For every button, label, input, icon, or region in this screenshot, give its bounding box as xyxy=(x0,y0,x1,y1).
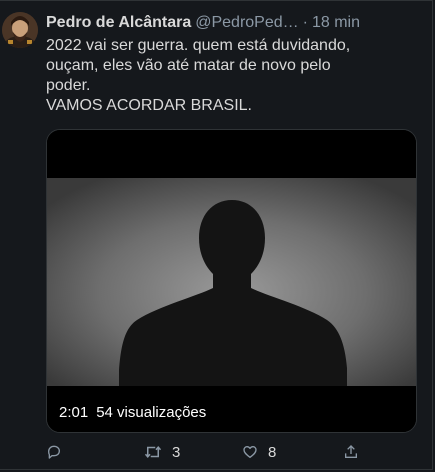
like-icon xyxy=(243,446,257,458)
tweet-header: Pedro de Alcântara @PedroPed… · 18 min xyxy=(46,13,360,33)
like-button[interactable]: 8 xyxy=(242,442,276,462)
share-icon xyxy=(345,445,357,458)
retweet-icon xyxy=(144,445,162,459)
tweet-timestamp[interactable]: 18 min xyxy=(312,13,360,33)
author-handle[interactable]: @PedroPed… xyxy=(195,13,298,33)
video-thumbnail xyxy=(47,130,416,432)
tweet-text-line: 2022 vai ser guerra. quem está duvidando… xyxy=(46,37,351,54)
video-view-count: 54 visualizações xyxy=(96,404,207,421)
tweet-text-line: ouçam, eles vão até matar de novo pelo xyxy=(46,57,331,74)
video-info: 2:01 54 visualizações xyxy=(59,404,206,422)
retweet-button[interactable]: 3 xyxy=(144,442,180,462)
tweet-text: 2022 vai ser guerra. quem está duvidando… xyxy=(46,36,426,116)
tweet-actions: 3 8 xyxy=(46,442,416,462)
avatar[interactable] xyxy=(2,12,38,48)
tweet-card[interactable]: Pedro de Alcântara @PedroPed… · 18 min 2… xyxy=(0,0,433,470)
author-name[interactable]: Pedro de Alcântara xyxy=(46,13,191,33)
tweet-text-line: VAMOS ACORDAR BRASIL. xyxy=(46,97,252,114)
share-button[interactable] xyxy=(343,442,359,462)
video-player[interactable]: 2:01 54 visualizações xyxy=(46,129,417,433)
reply-button[interactable] xyxy=(46,442,62,462)
tweet-text-line: poder. xyxy=(46,77,91,94)
separator-dot: · xyxy=(302,14,308,31)
video-duration: 2:01 xyxy=(59,404,89,421)
reply-icon xyxy=(48,445,60,459)
like-count: 8 xyxy=(268,443,277,461)
retweet-count: 3 xyxy=(172,443,181,461)
